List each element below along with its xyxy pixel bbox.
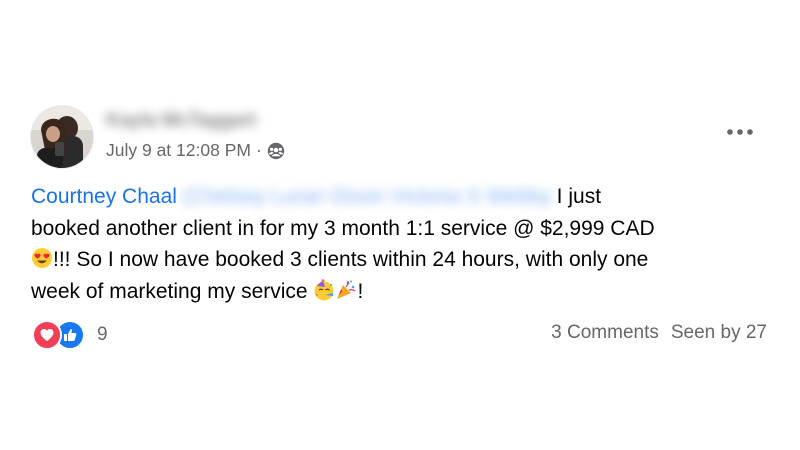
mention-link[interactable]: Courtney Chaal — [31, 185, 177, 208]
seen-by-link[interactable]: Seen by 27 — [671, 322, 767, 344]
post-line-1: Courtney Chaal (Chelsey Luran Dixon Vict… — [31, 181, 776, 213]
post-line-3: !!! So I now have booked 3 clients withi… — [31, 244, 776, 276]
post-body: Courtney Chaal (Chelsey Luran Dixon Vict… — [31, 181, 776, 307]
post-meta: July 9 at 12:08 PM · — [106, 140, 285, 161]
reaction-summary[interactable]: 9 — [32, 320, 108, 350]
post-line-2: booked another client in for my 3 month … — [31, 216, 655, 240]
group-audience-icon[interactable] — [267, 142, 285, 160]
love-reaction-icon — [32, 320, 62, 350]
more-options-button[interactable] — [722, 120, 758, 144]
party-popper-emoji — [335, 279, 357, 301]
mention-open-paren: ( — [182, 185, 190, 208]
post-text-segment: ! — [357, 279, 364, 303]
heart-eyes-emoji — [31, 247, 53, 269]
reaction-count[interactable]: 9 — [97, 324, 108, 346]
post-text-segment: !!! So I now have booked 3 clients withi… — [53, 248, 649, 271]
post-text-segment: week of marketing my service — [31, 279, 314, 303]
meta-separator: · — [255, 140, 262, 160]
avatar[interactable] — [31, 106, 93, 168]
avatar-photo — [31, 106, 93, 168]
more-options-icon — [727, 129, 753, 135]
post-line-4: week of marketing my service ! — [31, 276, 776, 308]
party-face-emoji — [313, 278, 335, 301]
author-name[interactable]: Kayla McTaggart — [106, 110, 257, 132]
post-timestamp[interactable]: July 9 at 12:08 PM — [106, 140, 251, 161]
post-stats: 3 Comments Seen by 27 — [551, 322, 767, 344]
comments-count-link[interactable]: 3 Comments — [551, 322, 659, 344]
group-post: Kayla McTaggart July 9 at 12:08 PM · Cou… — [0, 0, 800, 450]
tagged-members[interactable]: Chelsey Luran Dixon Victoria S Webby — [190, 185, 551, 208]
post-text-segment: I just — [550, 185, 602, 208]
